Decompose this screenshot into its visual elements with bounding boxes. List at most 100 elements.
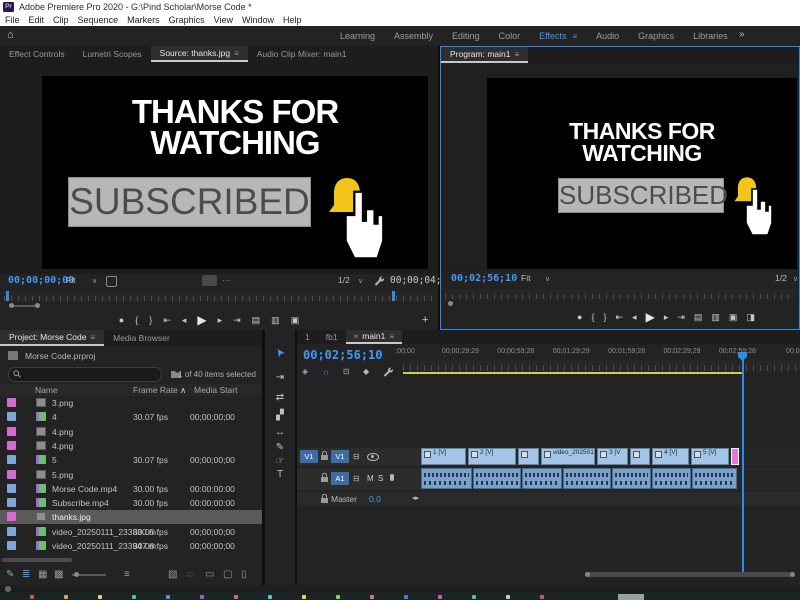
ellipsis-icon[interactable]: ⋯ [222,275,231,286]
work-area-bar[interactable] [403,372,742,374]
video-clip[interactable]: 3 [V [597,448,628,465]
clip-thanks-selected[interactable] [731,448,739,465]
program-timecode[interactable]: 00;02;56;10 [451,273,517,284]
column-header-name[interactable]: Name [35,385,58,395]
scrollbar-handle-left[interactable] [585,572,590,577]
video-clip[interactable]: 4 [V] [652,448,689,465]
menu-graphics[interactable]: Graphics [169,15,205,25]
clip-color-swatch[interactable] [7,470,16,479]
mark-in-button[interactable]: { [135,316,138,325]
new-item-button[interactable]: ▢ [223,569,232,580]
workspace-tab-learning[interactable]: Learning [340,31,375,41]
clip-name[interactable]: 4.png [52,427,73,437]
overwrite-button[interactable]: ▥ [271,316,280,325]
source-zoom-select[interactable]: 1/2 [338,275,350,285]
program-fit-select[interactable]: Fit [521,273,530,283]
tab-lumetri-scopes[interactable]: Lumetri Scopes [74,46,151,62]
clip-name[interactable]: 4 [52,412,57,422]
mark-out-button[interactable]: } [149,316,152,325]
clip-name[interactable]: 3.png [52,398,73,408]
clip-color-swatch[interactable] [7,527,16,536]
export-frame-button[interactable]: ▣ [729,313,738,322]
clip-color-swatch[interactable] [7,412,16,421]
clip-color-swatch[interactable] [7,398,16,407]
hand-tool[interactable]: ☞ [265,456,295,467]
playhead[interactable] [742,360,744,572]
source-patch-v1[interactable]: V1 [300,450,318,463]
sync-lock-icon[interactable]: ⊟ [353,452,360,461]
pen-tool[interactable]: ✎ [265,442,295,453]
delete-button[interactable]: ▯ [241,569,247,580]
go-to-out-button[interactable]: ⇥ [677,313,685,322]
video-clip[interactable]: 1 [V] [421,448,466,465]
add-marker-button[interactable]: ● [119,316,124,325]
sort-icons-button[interactable]: ≡ [124,569,130,580]
audio-clip[interactable] [563,468,611,489]
menu-window[interactable]: Window [242,15,274,25]
clip-color-swatch[interactable] [7,441,16,450]
timeline-tab-main1[interactable]: ×main1≡ [346,330,403,344]
zoom-handle-right[interactable] [35,303,40,308]
export-frame-button[interactable]: ▣ [291,316,300,325]
panel-menu-icon[interactable]: ≡ [572,32,577,41]
go-to-out-button[interactable]: ⇥ [233,316,241,325]
play-button[interactable]: ▶ [197,314,206,326]
automate-to-sequence-button[interactable]: ▧ [168,569,177,580]
video-clip[interactable]: 5 [V] [691,448,729,465]
menu-sequence[interactable]: Sequence [78,15,119,25]
program-time-ruler[interactable] [445,289,795,299]
source-zoom-bar[interactable] [4,303,434,309]
keyframe-navigator-icon[interactable]: ◂▸ [412,494,419,502]
column-header-frame-rate[interactable]: Frame Rate [133,385,178,395]
clip-name[interactable]: thanks.jpg [52,512,91,522]
edit-original-button[interactable]: ✎ [6,569,14,580]
menu-edit[interactable]: Edit [29,15,45,25]
video-clip[interactable] [518,448,539,465]
track-lock-icon[interactable] [321,477,328,482]
razor-tool[interactable]: ▞ [265,410,295,421]
clip-color-swatch[interactable] [7,455,16,464]
clip-name[interactable]: Morse Code.mp4 [52,484,117,494]
close-icon[interactable]: × [354,332,359,341]
step-back-button[interactable]: ◂ [182,316,187,325]
button-editor-plus-button[interactable]: + [422,314,428,326]
table-row[interactable]: thanks.jpg [0,510,262,524]
panel-menu-icon[interactable]: ≡ [90,333,95,342]
insert-button[interactable]: ▤ [252,316,261,325]
workspace-tab-graphics[interactable]: Graphics [638,31,674,41]
sort-ascending-icon[interactable]: ∧ [180,385,186,396]
tab-project-morse-code[interactable]: Project: Morse Code≡ [0,330,104,346]
clip-name[interactable]: 4.png [52,441,73,451]
track-target-a1[interactable]: A1 [331,472,349,485]
source-timecode[interactable]: 00;00;00;00 [8,275,74,286]
home-icon[interactable]: ⌂ [7,29,14,41]
toggle-track-output-icon[interactable] [367,453,379,461]
workspace-tab-assembly[interactable]: Assembly [394,31,433,41]
settings-wrench-icon[interactable] [374,276,384,286]
program-zoom-select[interactable]: 1/2 [775,273,787,283]
slip-tool[interactable]: ↔ [265,427,295,438]
table-row[interactable]: Subscribe.mp430.00 fps00:00:00:00 [0,496,262,510]
column-header-media-start[interactable]: Media Start [194,385,237,395]
sync-lock-icon[interactable]: ⊟ [353,474,360,483]
panel-menu-icon[interactable]: ≡ [234,49,239,58]
clip-color-swatch[interactable] [7,512,16,521]
zoom-slider-handle[interactable] [74,572,79,577]
workspace-tab-effects[interactable]: Effects [539,31,566,41]
tab-source-thanks-jpg[interactable]: Source: thanks.jpg≡ [151,46,248,62]
go-to-in-button[interactable]: ⇤ [163,316,171,325]
audio-clip[interactable] [692,468,737,489]
step-forward-button[interactable]: ▸ [664,313,669,322]
safe-margins-icon[interactable] [106,276,117,287]
clip-color-swatch[interactable] [7,484,16,493]
workspace-tab-libraries[interactable]: Libraries [693,31,728,41]
settings-button[interactable] [202,275,217,286]
voiceover-record-icon[interactable] [390,474,394,481]
clip-name[interactable]: 5.png [52,470,73,480]
menu-help[interactable]: Help [283,15,302,25]
list-view-button[interactable]: ≣ [22,569,30,580]
out-point-marker[interactable] [392,291,395,301]
audio-clip[interactable] [612,468,651,489]
extract-button[interactable]: ▥ [711,313,720,322]
workspace-tab-editing[interactable]: Editing [452,31,480,41]
